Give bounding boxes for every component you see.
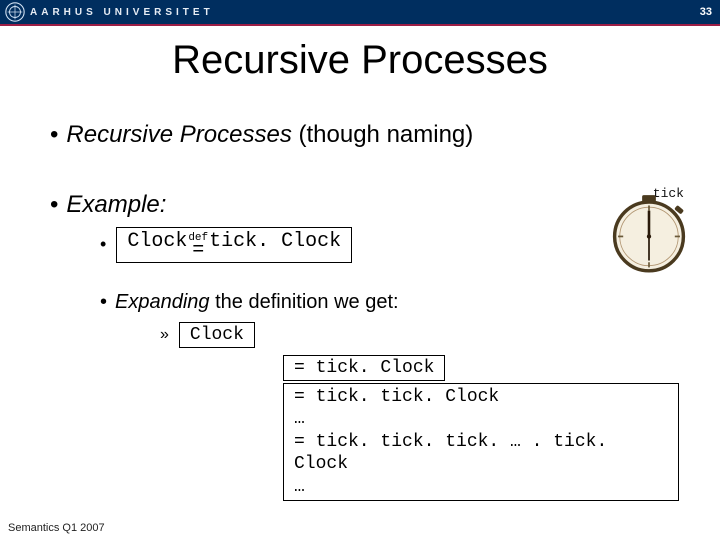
clock-definition-box: Clock def = tick. Clock [116,227,352,263]
expansion-block: = tick. Clock = tick. tick. Clock … = ti… [282,352,680,503]
university-seal-icon [4,1,26,23]
slide: AARHUS UNIVERSITET 33 Recursive Processe… [0,0,720,540]
bullet-recursive-processes: • Recursive Processes (though naming) [50,121,680,149]
university-name: AARHUS UNIVERSITET [30,7,214,18]
bullet-dot-icon: • [50,121,58,148]
expansion-step-1: = tick. Clock [283,355,445,381]
footer-text: Semantics Q1 2007 [8,522,105,534]
bullet-example: • Example: [50,191,680,219]
clock-def-lhs: Clock [127,230,187,253]
bullet-text-strong: Recursive Processes [66,121,291,148]
tick-label: tick [653,186,684,201]
clock-definition-line: • Clock def = tick. Clock [100,227,680,263]
expanding-word: Expanding [115,291,210,313]
bullet-dot-icon: • [100,234,106,255]
header-left: AARHUS UNIVERSITET [0,0,214,24]
expansion-step-n: = tick. tick. tick. … . tick. Clock [294,432,607,475]
expansion-ellipsis-1: … [294,409,305,429]
clock-def-rhs: tick. Clock [209,230,341,253]
bullet-text: Example: [66,191,166,218]
clock-illustration: tick [606,190,692,276]
expansion-step-2: = tick. tick. Clock [294,387,499,407]
bullet-dot-icon: • [50,191,58,218]
expansion-steps-box: = tick. tick. Clock … = tick. tick. tick… [283,383,679,502]
bullet-expanding: • Expanding the definition we get: [100,291,680,314]
expansion-start: » Clock [160,322,680,348]
slide-title: Recursive Processes [0,38,720,83]
bullet-text-suffix: (though naming) [292,121,473,148]
expansion-ellipsis-2: … [294,477,305,497]
expanding-suffix: the definition we get: [210,291,399,313]
clock-icon [606,190,692,276]
slide-body: • Recursive Processes (though naming) • Ex… [0,83,720,502]
equals-sign: = [192,245,204,257]
clock-box: Clock [179,322,255,348]
raquo-icon: » [160,326,169,344]
bullet-dot-icon: • [100,291,107,313]
header-divider [0,24,720,26]
header-bar: AARHUS UNIVERSITET 33 [0,0,720,24]
slide-number: 33 [700,6,712,18]
